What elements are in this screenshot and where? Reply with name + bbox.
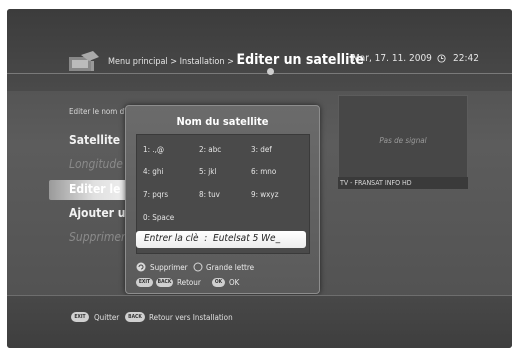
key-5[interactable]: 5: jkl (199, 167, 216, 176)
page-title: Editer un satellite (236, 52, 364, 68)
footer-back-label: Retour vers Installation (149, 313, 233, 322)
tv-screen: Menu principal > Installation > Editer u… (7, 9, 512, 348)
name-input[interactable]: Entrer la clè : Eutelsat 5 We_ (136, 231, 306, 248)
video-preview: Pas de signal (338, 95, 468, 185)
key-9[interactable]: 9: wxyz (251, 190, 278, 199)
key-1[interactable]: 1: .,@ (143, 145, 164, 154)
ok-label: OK (229, 278, 240, 287)
header-indicator-dot (267, 68, 274, 75)
key-7[interactable]: 7: pqrs (143, 190, 168, 199)
menu-item-satellite[interactable]: Satellite (69, 133, 120, 147)
key-8[interactable]: 8: tuv (199, 190, 220, 199)
breadcrumb-main-menu[interactable]: Menu principal (108, 57, 168, 67)
back-key-icon[interactable]: BACK (156, 278, 173, 287)
clock-icon (437, 54, 446, 63)
time-display: 22:42 (453, 53, 479, 64)
date-display: Mar, 17. 11. 2009 (352, 53, 432, 64)
edit-hint: Editer le nom d'u (69, 107, 131, 116)
satellite-name-dialog: Nom du satellite 1: .,@ 2: abc 3: def 4:… (125, 105, 320, 294)
breadcrumb-installation[interactable]: Installation (180, 57, 225, 67)
breadcrumb-separator: > (170, 57, 178, 67)
dialog-title: Nom du satellite (176, 115, 269, 128)
no-signal-text: Pas de signal (379, 136, 427, 145)
key-6[interactable]: 6: mno (251, 167, 276, 176)
tv-antenna-icon (69, 51, 99, 71)
channel-name: TV - FRANSAT INFO HD (340, 179, 412, 187)
footer-exit-key-icon[interactable]: EXIT (71, 312, 89, 322)
breadcrumb-separator: > (227, 57, 234, 67)
breadcrumb: Menu principal > Installation > Editer u… (108, 52, 364, 68)
return-label: Retour (177, 278, 201, 287)
delete-label: Supprimer (150, 263, 188, 272)
header: Menu principal > Installation > Editer u… (7, 9, 512, 91)
delete-icon[interactable] (136, 262, 146, 272)
menu-item-longitude[interactable]: Longitude (69, 157, 123, 171)
footer-quit-label: Quitter (94, 313, 120, 322)
key-3[interactable]: 3: def (251, 145, 272, 154)
key-0[interactable]: 0: Space (143, 213, 174, 222)
footer-back-key-icon[interactable]: BACK (125, 312, 145, 322)
key-4[interactable]: 4: ghi (143, 167, 163, 176)
caps-label: Grande lettre (206, 263, 255, 272)
header-divider (7, 73, 512, 74)
caps-icon[interactable] (193, 262, 203, 272)
exit-key-icon[interactable]: EXIT (136, 278, 153, 287)
key-2[interactable]: 2: abc (199, 145, 221, 154)
ok-key-icon[interactable]: OK (212, 278, 225, 287)
name-input-text: Entrer la clè : Eutelsat 5 We_ (144, 233, 281, 244)
footer (7, 296, 512, 348)
